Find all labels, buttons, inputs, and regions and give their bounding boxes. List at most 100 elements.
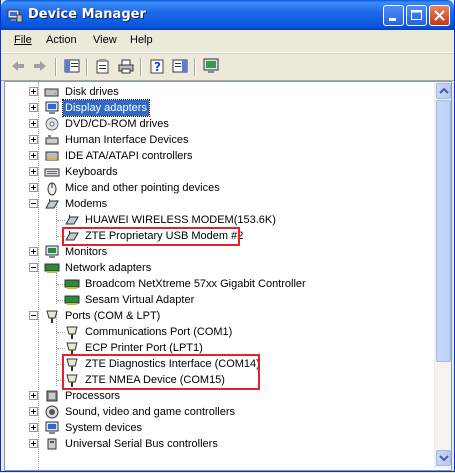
menu-action-label: Action (46, 34, 77, 46)
title-bar[interactable]: Device Manager (1, 0, 454, 30)
highlight-box (62, 354, 260, 390)
tree-item-dvd-drives[interactable]: DVD/CD-ROM drives (5, 116, 431, 132)
disk-drive-icon (44, 88, 59, 97)
tree-item-label: Keyboards (65, 166, 118, 178)
tree-item-sesam[interactable]: Sesam Virtual Adapter (5, 292, 431, 308)
tree-item-label: Universal Serial Bus controllers (65, 438, 218, 450)
tree-item-label: Modems (65, 198, 108, 210)
expand-toggle[interactable] (29, 151, 38, 160)
scan-hardware-icon[interactable] (202, 57, 220, 75)
tree-item-usb-controllers[interactable]: Universal Serial Bus controllers (5, 436, 431, 452)
close-button[interactable] (429, 5, 450, 26)
expand-toggle[interactable] (29, 87, 38, 96)
ide-controller-icon (45, 151, 59, 161)
tree-item-mice[interactable]: Mice and other pointing devices (5, 180, 431, 196)
svg-text:?: ? (154, 60, 161, 74)
collapse-toggle[interactable] (29, 199, 38, 208)
expand-toggle[interactable] (29, 167, 38, 176)
expand-toggle[interactable] (29, 423, 38, 432)
tree-item-ports[interactable]: Ports (COM & LPT) (5, 308, 431, 324)
tree-item-label: Display adapters (62, 99, 150, 117)
device-tree[interactable]: Disk drives Display adapters DVD/CD-ROM … (4, 81, 452, 471)
port-icon (46, 310, 58, 323)
back-arrow-icon[interactable] (9, 57, 27, 75)
properties-icon[interactable] (94, 57, 112, 75)
tree-item-label: Processors (65, 390, 121, 402)
menu-action[interactable]: Action (46, 34, 77, 46)
show-hide-tree-icon[interactable] (63, 57, 81, 75)
tree-item-com1[interactable]: Communications Port (COM1) (5, 324, 431, 340)
tree-item-system-devices[interactable]: System devices (5, 420, 431, 436)
print-icon[interactable] (117, 57, 135, 75)
chevron-up-icon (439, 87, 449, 94)
tree-item-label: Sound, video and game controllers (65, 406, 235, 418)
tree-item-label: HUAWEI WIRELESS MODEM(153.6K) (85, 214, 276, 226)
maximize-icon (411, 10, 422, 20)
processor-icon (46, 390, 58, 402)
toolbar-separator (194, 58, 196, 76)
tree-item-label: System devices (65, 422, 143, 434)
minimize-button[interactable] (383, 5, 404, 26)
tree-item-processors[interactable]: Processors (5, 388, 431, 404)
tree-item-label: Disk drives (65, 86, 119, 98)
menu-file-label: File (14, 34, 32, 46)
network-adapter-icon (44, 263, 60, 273)
menu-view[interactable]: View (93, 34, 117, 46)
collapse-toggle[interactable] (29, 311, 38, 320)
tree-item-display-adapters[interactable]: Display adapters (5, 99, 431, 117)
vertical-scrollbar[interactable] (434, 82, 451, 468)
tree-item-label: Communications Port (COM1) (85, 326, 233, 338)
tree-item-modems[interactable]: Modems (5, 196, 431, 212)
toolbar: ? (1, 53, 454, 81)
system-device-icon (45, 421, 59, 434)
tree-item-human-interface-devices[interactable]: Human Interface Devices (5, 132, 431, 148)
device-manager-icon (7, 9, 23, 23)
chevron-down-icon (439, 455, 449, 462)
menu-bar: File Action View Help (1, 30, 454, 53)
tree-item-keyboards[interactable]: Keyboards (5, 164, 431, 180)
menu-file[interactable]: File (14, 34, 32, 46)
menu-view-label: View (93, 34, 117, 46)
tree-item-monitors[interactable]: Monitors (5, 244, 431, 260)
usb-icon (47, 438, 57, 450)
keyboard-icon (44, 168, 60, 177)
toolbar-separator (55, 58, 57, 76)
device-manager-window: Device Manager File Action View Help ? D… (0, 0, 455, 472)
monitor-icon (45, 245, 59, 258)
maximize-button[interactable] (406, 5, 427, 26)
help-icon[interactable]: ? (148, 57, 166, 75)
window-title: Device Manager (28, 7, 146, 22)
network-card-icon (64, 279, 80, 289)
tree-item-label: Broadcom NetXtreme 57xx Gigabit Controll… (85, 278, 306, 290)
expand-toggle[interactable] (29, 135, 38, 144)
tree-item-network-adapters[interactable]: Network adapters (5, 260, 431, 276)
forward-arrow-icon[interactable] (31, 57, 49, 75)
show-hide-action-pane-icon[interactable] (171, 57, 189, 75)
tree-item-disk-drives[interactable]: Disk drives (5, 84, 431, 100)
scroll-down-button[interactable] (436, 450, 451, 466)
expand-toggle[interactable] (29, 247, 38, 256)
tree-item-label: DVD/CD-ROM drives (65, 118, 169, 130)
tree-item-label: Sesam Virtual Adapter (85, 294, 195, 306)
tree-item-broadcom[interactable]: Broadcom NetXtreme 57xx Gigabit Controll… (5, 276, 431, 292)
tree-item-huawei-modem[interactable]: HUAWEI WIRELESS MODEM(153.6K) (5, 212, 431, 228)
close-icon (434, 10, 445, 21)
port-icon (66, 326, 78, 339)
scroll-thumb[interactable] (436, 100, 451, 362)
minimize-icon (389, 18, 396, 21)
expand-toggle[interactable] (29, 119, 38, 128)
expand-toggle[interactable] (29, 183, 38, 192)
tree-item-ide-controllers[interactable]: IDE ATA/ATAPI controllers (5, 148, 431, 164)
collapse-toggle[interactable] (29, 263, 38, 272)
modem-icon (65, 215, 79, 225)
tree-item-sound[interactable]: Sound, video and game controllers (5, 404, 431, 420)
menu-help-label: Help (130, 34, 153, 46)
expand-toggle[interactable] (29, 407, 38, 416)
hid-icon (45, 135, 59, 145)
dvd-drive-icon (45, 117, 59, 131)
menu-help[interactable]: Help (130, 34, 153, 46)
expand-toggle[interactable] (29, 391, 38, 400)
expand-toggle[interactable] (29, 103, 38, 112)
scroll-up-button[interactable] (436, 83, 451, 99)
expand-toggle[interactable] (29, 439, 38, 448)
